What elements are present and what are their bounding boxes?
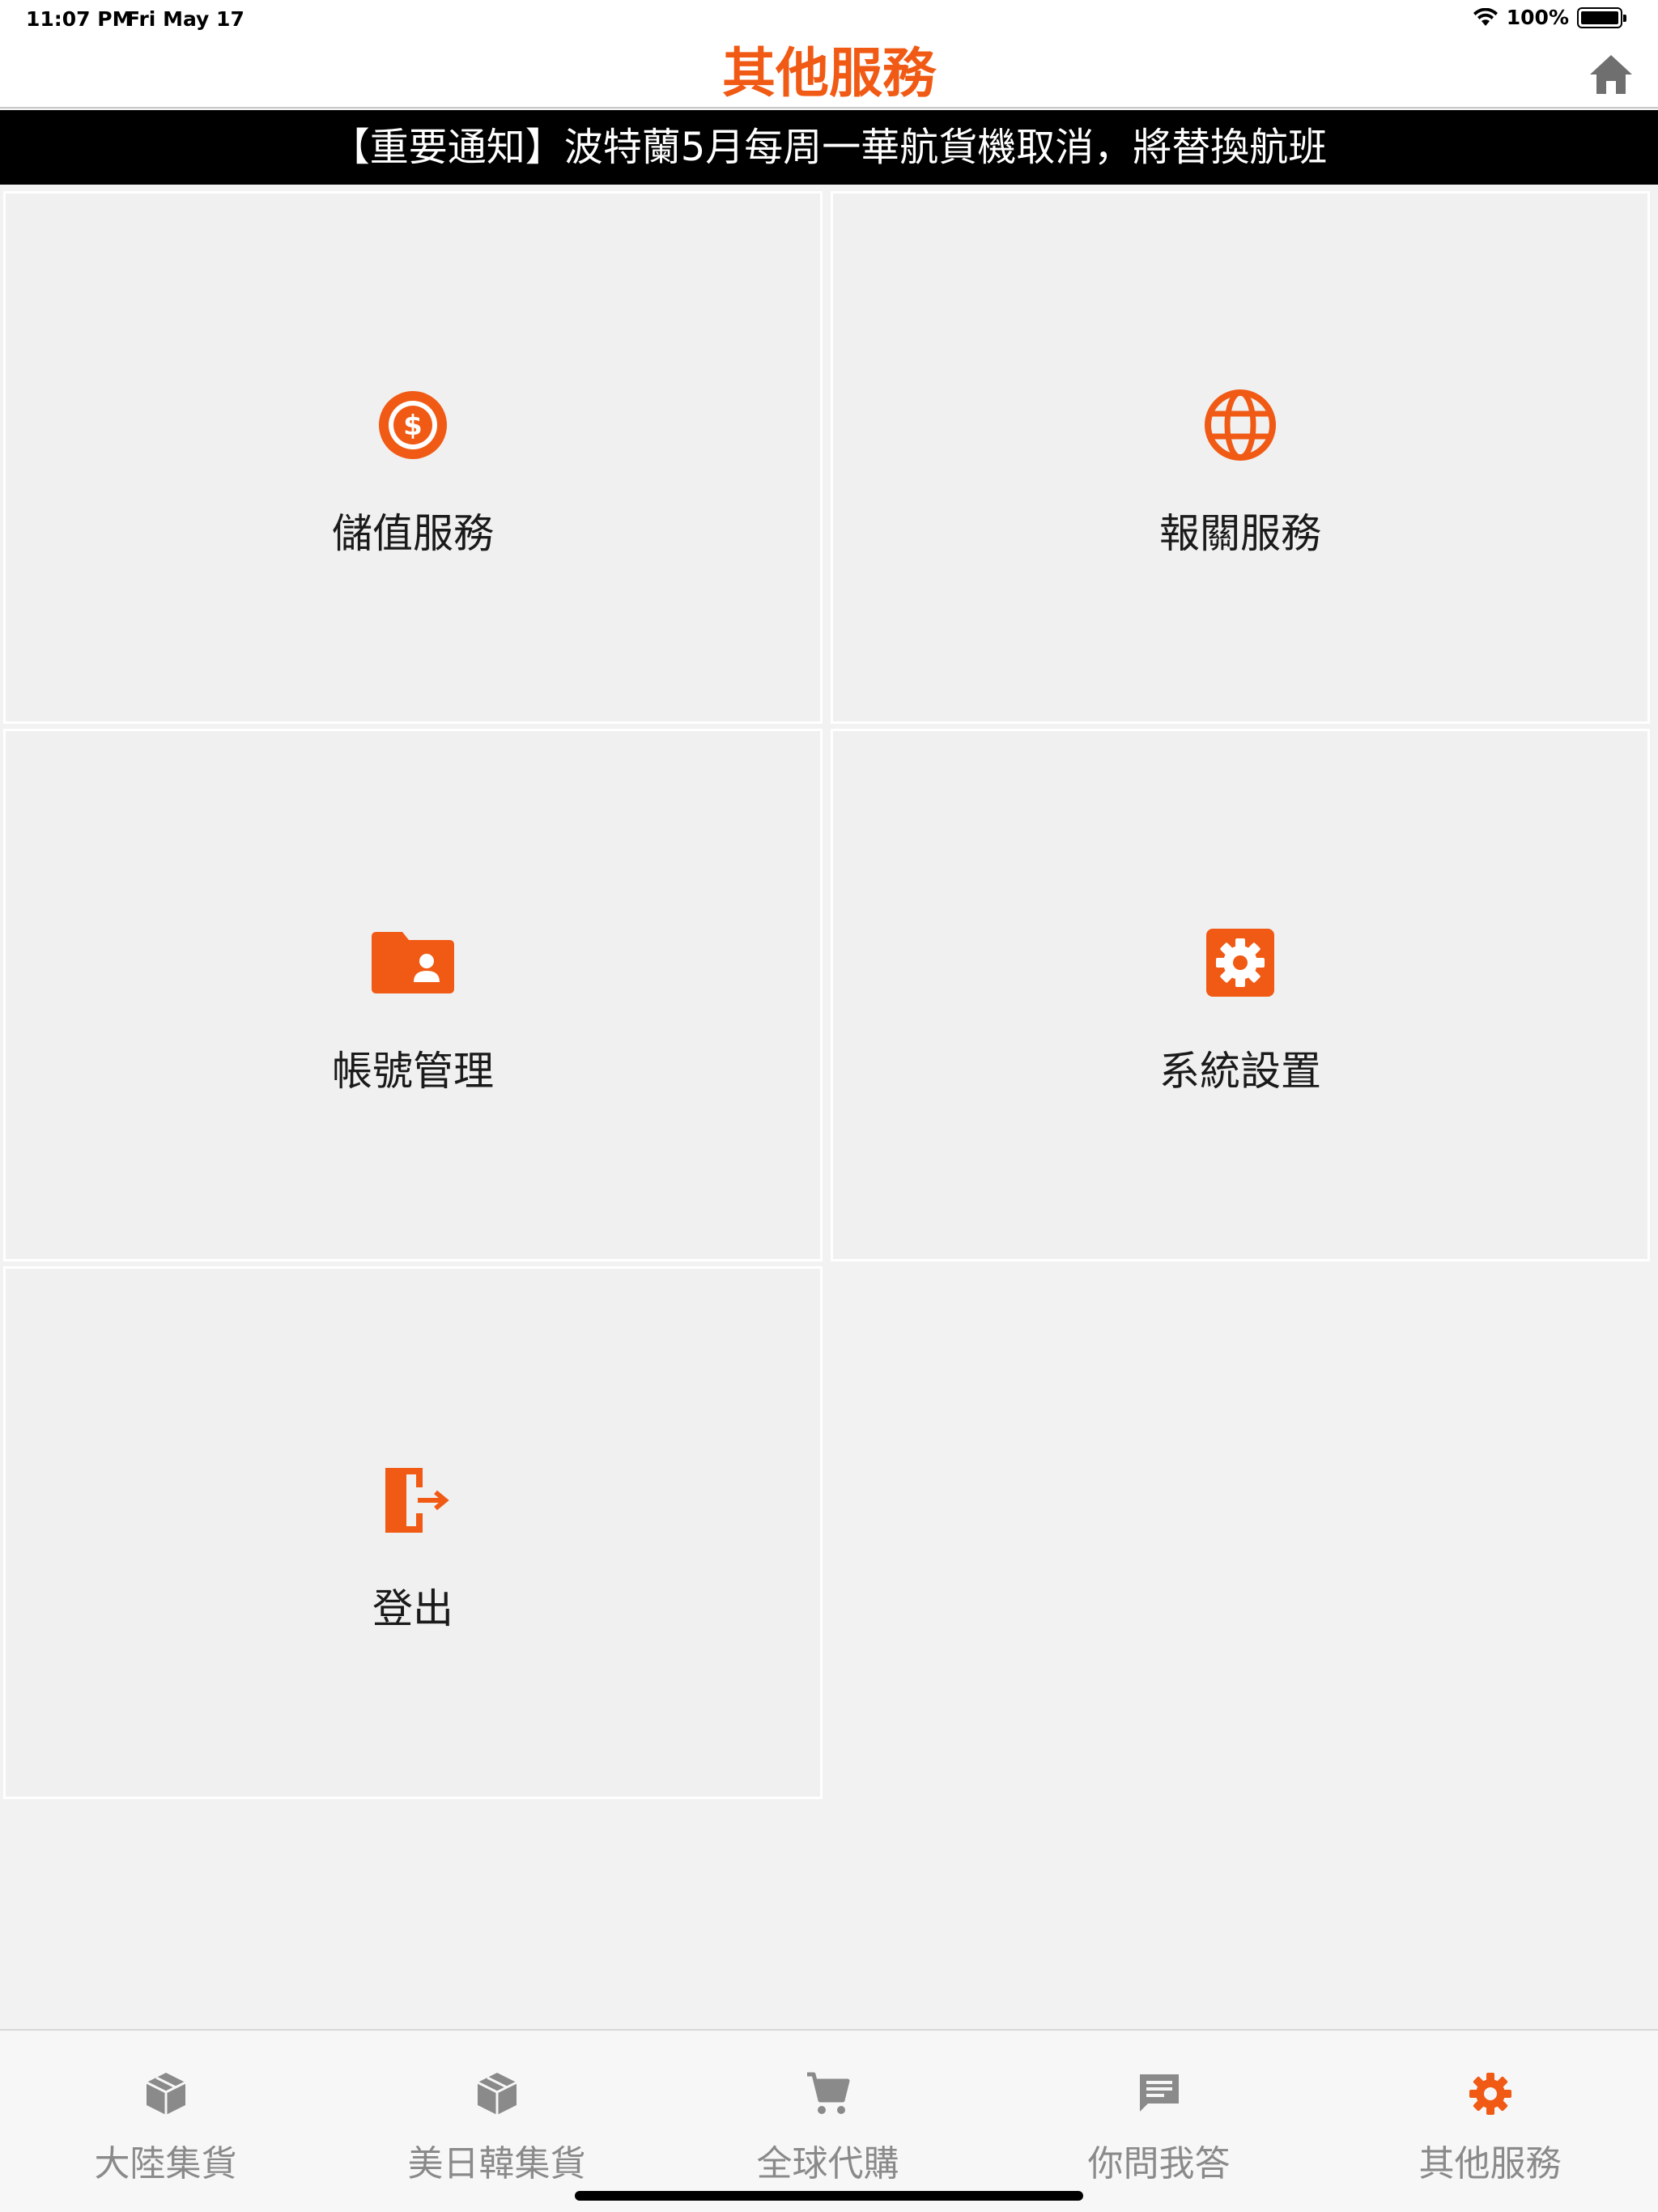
home-indicator[interactable]: [575, 2191, 1083, 2201]
status-bar: 11:07 PM Fri May 17 100%: [0, 0, 1658, 39]
tile-stored-value[interactable]: $ 儲值服務: [3, 191, 823, 724]
status-date: Fri May 17: [126, 7, 244, 31]
battery-icon: [1577, 6, 1626, 28]
tile-settings[interactable]: 系統設置: [831, 729, 1650, 1261]
notice-text: 【重要通知】波特蘭5月每周一華航貨機取消，將替換航班: [330, 125, 1328, 170]
tab-bar: 大陸集貨 美日韓集貨 全球代購 你問我答 其他服務: [0, 2029, 1658, 2212]
notice-banner[interactable]: 【重要通知】波特蘭5月每周一華航貨機取消，將替換航班: [0, 110, 1658, 185]
status-time: 11:07 PM: [26, 7, 133, 31]
cart-icon: [806, 2072, 849, 2114]
tab-other-services[interactable]: 其他服務: [1324, 2031, 1656, 2184]
tab-label: 全球代購: [756, 2143, 899, 2184]
chat-icon: [1139, 2074, 1179, 2112]
svg-text:$: $: [403, 410, 423, 442]
dollar-circle-icon: $: [379, 391, 447, 459]
tile-account[interactable]: 帳號管理: [3, 729, 823, 1261]
tab-faq[interactable]: 你問我答: [993, 2031, 1324, 2184]
tile-label: 帳號管理: [332, 1048, 494, 1095]
tile-label: 系統設置: [1159, 1048, 1321, 1095]
account-folder-icon: [372, 932, 454, 993]
gear-icon: [1469, 2073, 1511, 2115]
logout-door-icon: [385, 1468, 449, 1533]
tile-customs[interactable]: 報關服務: [831, 191, 1650, 724]
tab-global-shopping[interactable]: 全球代購: [662, 2031, 993, 2184]
battery-percent: 100%: [1506, 6, 1569, 29]
settings-gear-icon: [1206, 929, 1274, 997]
page-title: 其他服務: [722, 42, 936, 104]
globe-icon: [1205, 389, 1276, 461]
nav-bar: 其他服務: [0, 39, 1658, 108]
home-icon: [1590, 55, 1632, 94]
tab-us-japan-korea-consolidation[interactable]: 美日韓集貨: [331, 2031, 662, 2184]
tile-label: 登出: [372, 1585, 453, 1632]
package-icon: [145, 2073, 186, 2115]
tab-china-consolidation[interactable]: 大陸集貨: [0, 2031, 331, 2184]
tab-label: 大陸集貨: [94, 2143, 237, 2184]
tab-label: 你問我答: [1087, 2143, 1231, 2184]
package-icon: [476, 2073, 517, 2115]
tile-logout[interactable]: 登出: [3, 1266, 823, 1799]
tab-label: 美日韓集貨: [407, 2143, 586, 2184]
tile-label: 報關服務: [1159, 510, 1321, 557]
tile-label: 儲值服務: [332, 510, 494, 557]
home-button[interactable]: [1587, 52, 1635, 97]
tab-label: 其他服務: [1418, 2143, 1562, 2184]
wifi-icon: [1473, 7, 1498, 26]
status-indicators: 100%: [1473, 6, 1626, 29]
